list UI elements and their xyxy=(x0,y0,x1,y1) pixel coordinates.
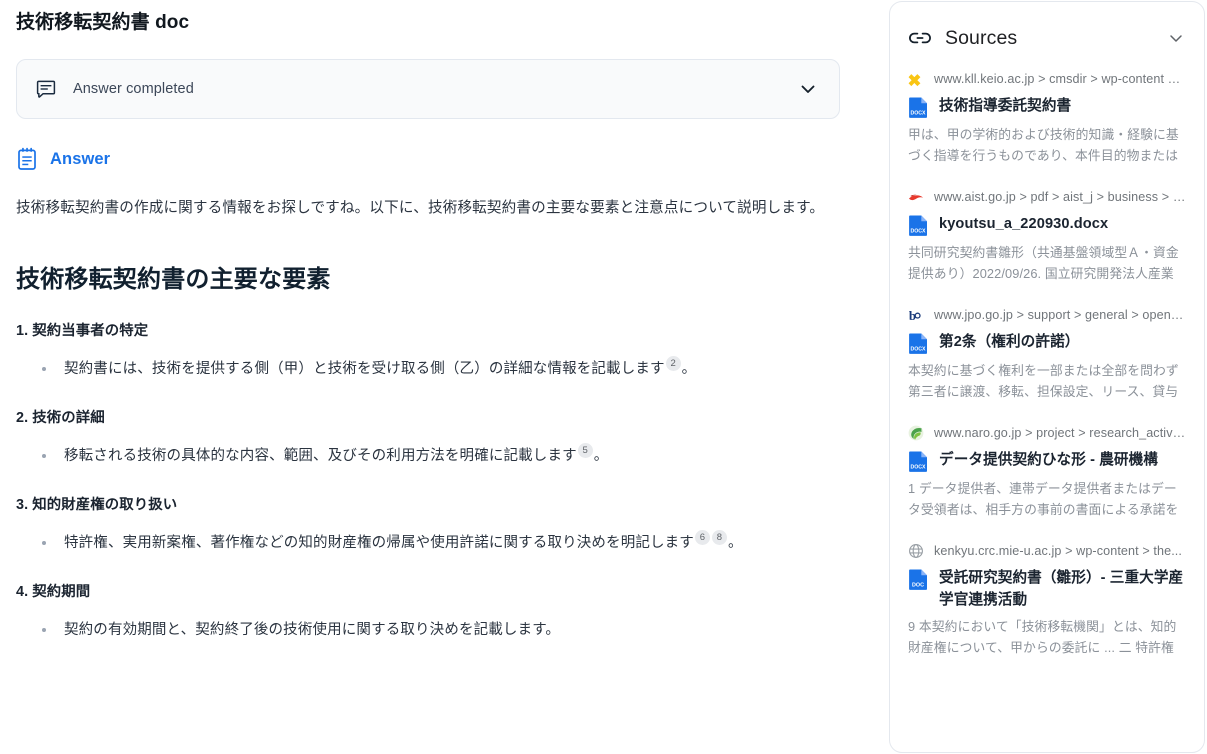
svg-text:DOCX: DOCX xyxy=(911,464,927,470)
source-url-row: www.naro.go.jp > project > research_acti… xyxy=(908,424,1186,442)
source-url: www.jpo.go.jp > support > general > open… xyxy=(934,308,1186,322)
bullet-text: 移転される技術の具体的な内容、範囲、及びその利用方法を明確に記載します xyxy=(64,448,577,464)
chevron-down-icon[interactable] xyxy=(797,78,819,100)
source-snippet: 本契約に基づく権利を一部または全部を問わず第三者に譲渡、移転、担保設定、リース、… xyxy=(908,363,1179,399)
bullet-text-tail: 。 xyxy=(681,361,697,377)
bullet-text: 契約の有効期間と、契約終了後の技術使用に関する取り決めを記載します。 xyxy=(64,622,561,638)
source-title-row: DOCX 第2条（権利の許諾） xyxy=(908,331,1186,355)
page-title: 技術移転契約書 doc xyxy=(16,12,190,33)
svg-text:DOC: DOC xyxy=(912,582,924,588)
source-snippet: 甲は、甲の学術的および技術的知識・経験に基づく指導を行うものであり、本件目的物ま… xyxy=(908,127,1179,163)
answer-main-heading: 技術移転契約書の主要な要素 xyxy=(16,266,331,293)
source-card[interactable]: kenkyu.crc.mie-u.ac.jp > wp-content > th… xyxy=(908,542,1186,658)
globe-icon xyxy=(908,543,924,559)
list-item: 契約の有効期間と、契約終了後の技術使用に関する取り決めを記載します。 xyxy=(16,616,852,644)
jpo-icon: b xyxy=(908,307,924,323)
list-item: 契約書には、技術を提供する側（甲）と技術を受け取る側（乙）の詳細な情報を記載しま… xyxy=(16,355,852,383)
bullet-text: 契約書には、技術を提供する側（甲）と技術を受け取る側（乙）の詳細な情報を記載しま… xyxy=(64,361,665,377)
link-icon xyxy=(908,28,932,48)
source-card[interactable]: www.kll.keio.ac.jp > cmsdir > wp-content… xyxy=(908,70,1186,166)
citation-badge[interactable]: 2 xyxy=(665,356,681,371)
source-snippet: 1 データ提供者、連帯データ提供者またはデータ受領者は、相手方の事前の書面による… xyxy=(908,481,1179,517)
list-item: 移転される技術の具体的な内容、範囲、及びその利用方法を明確に記載します 5。 xyxy=(16,442,852,470)
section-heading-2: 2. 技術の詳細 xyxy=(16,410,105,426)
source-url: kenkyu.crc.mie-u.ac.jp > wp-content > th… xyxy=(934,544,1182,558)
source-snippet: 共同研究契約書雛形（共通基盤領域型Ａ・資金提供あり）2022/09/26. 国立… xyxy=(908,245,1179,281)
section-bullets-2: 移転される技術の具体的な内容、範囲、及びその利用方法を明確に記載します 5。 xyxy=(16,442,852,470)
bullet-text-tail: 。 xyxy=(593,448,609,464)
section-heading-4: 4. 契約期間 xyxy=(16,584,91,600)
sources-panel-header[interactable]: Sources xyxy=(908,2,1186,70)
source-title-row: DOCX 技術指導委託契約書 xyxy=(908,95,1186,119)
citation-badge[interactable]: 6 xyxy=(694,530,710,545)
source-url-row: b www.jpo.go.jp > support > general > op… xyxy=(908,306,1186,324)
section-heading-3: 3. 知的財産権の取り扱い xyxy=(16,497,178,513)
bullet-text-tail: 。 xyxy=(727,535,743,551)
source-title[interactable]: 第2条（権利の許諾） xyxy=(939,331,1079,353)
svg-text:DOCX: DOCX xyxy=(911,228,927,234)
answer-label: Answer xyxy=(50,149,111,168)
citation-badge[interactable]: 5 xyxy=(577,443,593,458)
source-title-row: DOCX kyoutsu_a_220930.docx xyxy=(908,213,1186,237)
answer-status-banner[interactable]: Answer completed xyxy=(16,59,840,119)
sparkle-icon xyxy=(908,71,924,87)
sources-title: Sources xyxy=(945,26,1018,49)
source-url: www.naro.go.jp > project > research_acti… xyxy=(934,426,1186,440)
app-root: 技術移転契約書 doc Answer completed Answer 技術移転… xyxy=(0,0,1207,754)
source-title[interactable]: 受託研究契約書（雛形）- 三重大学産学官連携活動 xyxy=(939,567,1186,611)
source-url: www.aist.go.jp > pdf > aist_j > business… xyxy=(934,190,1186,204)
citation-badge[interactable]: 8 xyxy=(711,530,727,545)
source-url: www.kll.keio.ac.jp > cmsdir > wp-content… xyxy=(934,72,1186,86)
docx-file-icon: DOCX xyxy=(908,214,929,237)
source-snippet: 9 本契約において「技術移転機関」とは、知的財産権について、甲からの委託に ..… xyxy=(908,619,1177,655)
source-card[interactable]: www.aist.go.jp > pdf > aist_j > business… xyxy=(908,188,1186,284)
source-title[interactable]: kyoutsu_a_220930.docx xyxy=(939,213,1108,235)
chat-bubble-icon xyxy=(36,79,56,99)
naro-icon xyxy=(908,425,924,441)
source-title-row: DOC 受託研究契約書（雛形）- 三重大学産学官連携活動 xyxy=(908,567,1186,611)
section-bullets-1: 契約書には、技術を提供する側（甲）と技術を受け取る側（乙）の詳細な情報を記載しま… xyxy=(16,355,852,383)
answer-intro-paragraph: 技術移転契約書の作成に関する情報をお探しですね。以下に、技術移転契約書の主要な要… xyxy=(16,200,825,216)
section-bullets-4: 契約の有効期間と、契約終了後の技術使用に関する取り決めを記載します。 xyxy=(16,616,852,644)
bullet-text: 特許権、実用新案権、著作権などの知的財産権の帰属や使用許諾に関する取り決めを明記… xyxy=(64,535,694,551)
docx-file-icon: DOCX xyxy=(908,332,929,355)
answer-section-header: Answer xyxy=(16,147,852,171)
status-text: Answer completed xyxy=(73,81,194,97)
source-card[interactable]: b www.jpo.go.jp > support > general > op… xyxy=(908,306,1186,402)
svg-text:DOCX: DOCX xyxy=(911,110,927,116)
section-heading-1: 1. 契約当事者の特定 xyxy=(16,323,149,339)
source-title[interactable]: データ提供契約ひな形 - 農研機構 xyxy=(939,449,1158,471)
sources-panel: Sources www.kll.keio.ac.jp > cmsdir > wp… xyxy=(889,1,1205,753)
docx-file-icon: DOCX xyxy=(908,450,929,473)
answer-main-column: 技術移転契約書 doc Answer completed Answer 技術移転… xyxy=(0,0,868,754)
notepad-icon xyxy=(16,147,38,171)
list-item: 特許権、実用新案権、著作権などの知的財産権の帰属や使用許諾に関する取り決めを明記… xyxy=(16,529,852,557)
source-url-row: kenkyu.crc.mie-u.ac.jp > wp-content > th… xyxy=(908,542,1186,560)
source-url-row: www.kll.keio.ac.jp > cmsdir > wp-content… xyxy=(908,70,1186,88)
doc-file-icon: DOC xyxy=(908,568,929,591)
section-bullets-3: 特許権、実用新案権、著作権などの知的財産権の帰属や使用許諾に関する取り決めを明記… xyxy=(16,529,852,557)
source-card[interactable]: www.naro.go.jp > project > research_acti… xyxy=(908,424,1186,520)
source-url-row: www.aist.go.jp > pdf > aist_j > business… xyxy=(908,188,1186,206)
chevron-down-icon[interactable] xyxy=(1166,28,1186,48)
docx-file-icon: DOCX xyxy=(908,96,929,119)
aist-icon xyxy=(908,189,924,205)
source-title[interactable]: 技術指導委託契約書 xyxy=(939,95,1071,117)
source-title-row: DOCX データ提供契約ひな形 - 農研機構 xyxy=(908,449,1186,473)
svg-text:DOCX: DOCX xyxy=(911,346,927,352)
